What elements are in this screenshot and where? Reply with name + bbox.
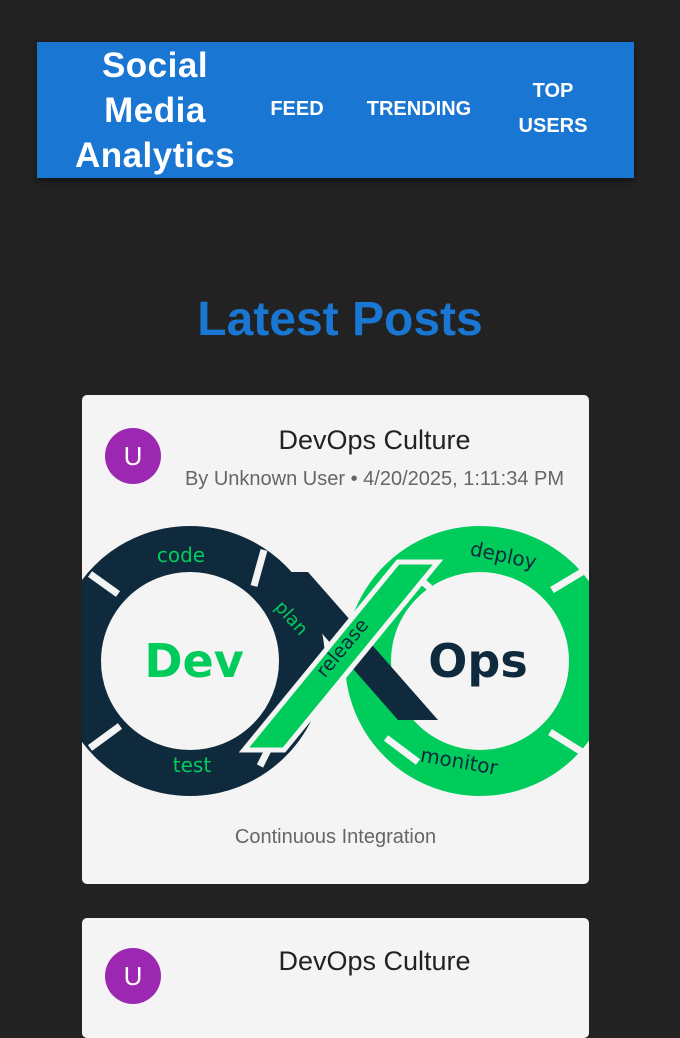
post-card[interactable]: U DevOps Culture By Unknown User • 4/20/… <box>82 395 589 884</box>
post-meta: By Unknown User • 4/20/2025, 1:11:34 PM <box>184 468 565 490</box>
devops-infinity-image: Dev Ops code plan release test deploy mo… <box>82 526 589 796</box>
post-caption: Continuous Integration <box>234 826 437 848</box>
devops-left-word: Dev <box>144 634 243 688</box>
brand-line-1: Social <box>101 45 209 85</box>
brand-line-3: Analytics <box>74 135 236 175</box>
brand-line-2: Media <box>104 90 206 130</box>
post-card[interactable]: U DevOps Culture <box>82 918 589 1038</box>
post-title[interactable]: DevOps Culture <box>182 944 567 978</box>
nav-feed-link[interactable]: FEED <box>267 92 327 127</box>
devops-label-code: code <box>157 543 205 567</box>
nav-top-users-line-1: TOP <box>532 80 574 102</box>
avatar[interactable]: U <box>105 428 161 484</box>
post-title[interactable]: DevOps Culture <box>182 423 567 457</box>
devops-right-word: Ops <box>428 634 527 688</box>
devops-label-test: test <box>173 753 212 777</box>
avatar[interactable]: U <box>105 948 161 1004</box>
nav-top-users-line-2: USERS <box>518 115 588 137</box>
brand-title[interactable]: Social Media Analytics <box>75 42 235 178</box>
page-title: Latest Posts <box>197 293 483 346</box>
top-navbar: Social Media Analytics FEED TRENDING TOP… <box>37 42 634 178</box>
nav-trending-link[interactable]: TRENDING <box>363 92 475 127</box>
nav-top-users-link[interactable]: TOP USERS <box>507 74 599 144</box>
